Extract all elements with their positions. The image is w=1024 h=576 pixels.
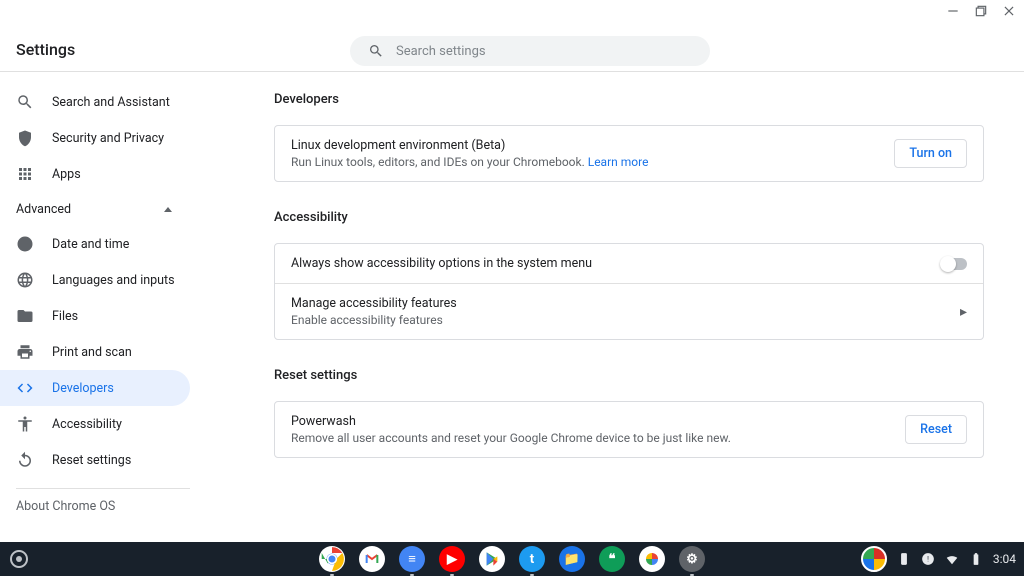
powerwash-title: Powerwash <box>291 414 731 429</box>
phone-icon <box>897 552 911 566</box>
always-show-label: Always show accessibility options in the… <box>291 256 592 271</box>
linux-desc: Run Linux tools, editors, and IDEs on yo… <box>291 155 648 169</box>
wifi-icon <box>945 552 959 566</box>
globe-icon <box>16 271 34 289</box>
status-tray[interactable]: ! 3:04 <box>861 546 1016 572</box>
linux-title: Linux development environment (Beta) <box>291 138 648 153</box>
shelf-app-photos[interactable] <box>639 546 665 572</box>
shelf-app-play[interactable] <box>479 546 505 572</box>
search-field[interactable] <box>350 36 710 66</box>
row-manage-features[interactable]: Manage accessibility features Enable acc… <box>275 283 983 339</box>
clock-icon <box>16 235 34 253</box>
sidebar-item-files[interactable]: Files <box>0 298 190 334</box>
learn-more-link[interactable]: Learn more <box>588 155 649 169</box>
shelf-app-files[interactable]: 📁 <box>559 546 585 572</box>
clock: 3:04 <box>993 552 1016 566</box>
manage-title: Manage accessibility features <box>291 296 457 311</box>
sidebar-item-reset[interactable]: Reset settings <box>0 442 190 478</box>
sidebar-item-label: Accessibility <box>52 417 122 432</box>
sidebar-item-label: Security and Privacy <box>52 131 164 146</box>
sidebar-item-print-scan[interactable]: Print and scan <box>0 334 190 370</box>
turn-on-button[interactable]: Turn on <box>894 139 967 168</box>
battery-icon <box>969 552 983 566</box>
sidebar-item-label: Date and time <box>52 237 129 252</box>
search-icon <box>16 93 34 111</box>
sidebar-item-label: Developers <box>52 381 114 396</box>
sidebar-item-search-assistant[interactable]: Search and Assistant <box>0 84 190 120</box>
content: Developers Linux development environment… <box>190 72 1024 542</box>
caret-up-icon <box>164 207 172 212</box>
sidebar-item-languages[interactable]: Languages and inputs <box>0 262 190 298</box>
search-input[interactable] <box>396 44 692 59</box>
powerwash-desc: Remove all user accounts and reset your … <box>291 431 731 445</box>
sidebar-item-label: Print and scan <box>52 345 132 360</box>
sidebar-item-developers[interactable]: Developers <box>0 370 190 406</box>
shelf-app-chrome[interactable] <box>319 546 345 572</box>
apps-icon <box>16 165 34 183</box>
card-linux: Linux development environment (Beta) Run… <box>274 125 984 182</box>
shelf-app-settings[interactable]: ⚙ <box>679 546 705 572</box>
avatar[interactable] <box>861 546 887 572</box>
card-accessibility: Always show accessibility options in the… <box>274 243 984 340</box>
sidebar-item-apps[interactable]: Apps <box>0 156 190 192</box>
code-icon <box>16 379 34 397</box>
shelf-app-twitter[interactable]: t <box>519 546 545 572</box>
accessibility-icon <box>16 415 34 433</box>
section-heading-developers: Developers <box>274 92 984 107</box>
search-icon <box>368 43 384 59</box>
shelf-app-docs[interactable]: ≡ <box>399 546 425 572</box>
svg-text:!: ! <box>927 555 929 563</box>
sidebar: Search and Assistant Security and Privac… <box>0 72 190 542</box>
always-show-toggle[interactable] <box>941 258 967 270</box>
section-heading-reset: Reset settings <box>274 368 984 383</box>
sidebar-item-label: Reset settings <box>52 453 131 468</box>
sidebar-item-label: Apps <box>52 167 81 182</box>
notification-icon: ! <box>921 552 935 566</box>
reset-icon <box>16 451 34 469</box>
sidebar-item-about[interactable]: About Chrome OS <box>0 499 190 514</box>
sidebar-item-accessibility[interactable]: Accessibility <box>0 406 190 442</box>
shelf-app-hangouts[interactable]: ❝ <box>599 546 625 572</box>
page-title: Settings <box>16 40 75 59</box>
section-heading-accessibility: Accessibility <box>274 210 984 225</box>
folder-icon <box>16 307 34 325</box>
manage-desc: Enable accessibility features <box>291 313 457 327</box>
shelf-app-youtube[interactable]: ▶ <box>439 546 465 572</box>
chevron-right-icon: ▸ <box>960 304 967 320</box>
sidebar-item-security-privacy[interactable]: Security and Privacy <box>0 120 190 156</box>
reset-button[interactable]: Reset <box>905 415 967 444</box>
divider <box>16 488 190 489</box>
shield-icon <box>16 129 34 147</box>
card-reset: Powerwash Remove all user accounts and r… <box>274 401 984 458</box>
sidebar-section-advanced[interactable]: Advanced <box>0 192 190 226</box>
shelf: ≡ ▶ t 📁 ❝ ⚙ ! 3:04 <box>0 542 1024 576</box>
printer-icon <box>16 343 34 361</box>
shelf-app-gmail[interactable] <box>359 546 385 572</box>
header: Settings <box>0 0 1024 72</box>
section-label: Advanced <box>16 202 71 217</box>
launcher-button[interactable] <box>10 550 28 568</box>
sidebar-item-label: Search and Assistant <box>52 95 170 110</box>
row-always-show[interactable]: Always show accessibility options in the… <box>275 244 983 283</box>
sidebar-item-label: Languages and inputs <box>52 273 175 288</box>
sidebar-item-date-time[interactable]: Date and time <box>0 226 190 262</box>
sidebar-item-label: Files <box>52 309 78 324</box>
